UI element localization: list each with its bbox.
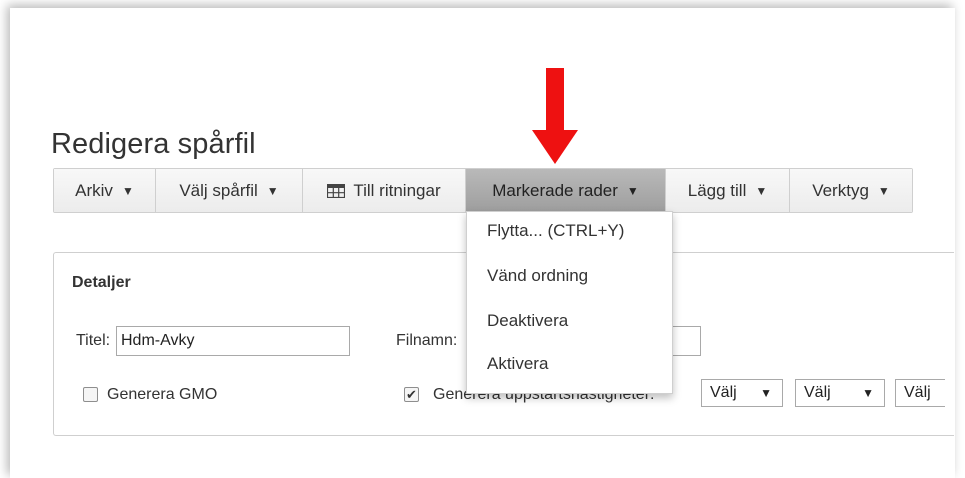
- chevron-down-icon: ▼: [626, 183, 639, 198]
- generera-gmo-label: Generera GMO: [107, 386, 218, 403]
- lagg-till-menu-button[interactable]: Lägg till ▼: [666, 169, 790, 212]
- select-value: Välj: [804, 384, 831, 401]
- titel-input[interactable]: [116, 326, 350, 356]
- details-heading: Detaljer: [72, 274, 131, 291]
- chevron-down-icon: ▼: [266, 183, 279, 198]
- menu-item-aktivera[interactable]: Aktivera: [487, 354, 548, 374]
- checkmark-icon: ✔: [406, 387, 417, 402]
- markerade-rader-dropdown: Flytta... (CTRL+Y) Vänd ordning Deaktive…: [466, 211, 673, 394]
- verktyg-label: Verktyg: [812, 180, 869, 200]
- menu-item-deaktivera[interactable]: Deaktivera: [487, 311, 568, 331]
- till-ritningar-button[interactable]: Till ritningar: [303, 169, 466, 212]
- uppstart-select-2[interactable]: Välj ▼: [795, 379, 885, 407]
- chevron-down-icon: ▼: [121, 183, 134, 198]
- markerade-rader-label: Markerade rader: [492, 180, 618, 200]
- generera-uppstart-checkbox[interactable]: ✔: [404, 387, 419, 402]
- valj-sparfil-label: Välj spårfil: [179, 180, 258, 200]
- uppstart-select-3[interactable]: Välj: [895, 379, 945, 407]
- chevron-down-icon: ▼: [760, 386, 772, 400]
- generera-gmo-checkbox[interactable]: [83, 387, 98, 402]
- menu-item-flytta[interactable]: Flytta... (CTRL+Y): [487, 221, 624, 241]
- titel-label: Titel:: [76, 332, 111, 349]
- select-value: Välj: [710, 384, 737, 401]
- till-ritningar-label: Till ritningar: [353, 180, 441, 200]
- filnamn-label: Filnamn:: [396, 332, 458, 349]
- red-down-arrow-icon: [532, 68, 578, 164]
- chevron-down-icon: ▼: [755, 183, 768, 198]
- arkiv-menu-button[interactable]: Arkiv ▼: [54, 169, 156, 212]
- page-title: Redigera spårfil: [51, 128, 256, 161]
- valj-sparfil-menu-button[interactable]: Välj spårfil ▼: [156, 169, 303, 212]
- table-grid-icon: [327, 183, 346, 198]
- chevron-down-icon: ▼: [862, 386, 874, 400]
- menu-item-vand-ordning[interactable]: Vänd ordning: [487, 266, 588, 286]
- uppstart-select-1[interactable]: Välj ▼: [701, 379, 783, 407]
- markerade-rader-menu-button[interactable]: Markerade rader ▼: [466, 169, 666, 212]
- select-value: Välj: [904, 384, 931, 401]
- toolbar: Arkiv ▼ Välj spårfil ▼ Till ritningar Ma…: [53, 168, 913, 213]
- arkiv-label: Arkiv: [75, 180, 113, 200]
- chevron-down-icon: ▼: [877, 183, 890, 198]
- lagg-till-label: Lägg till: [687, 180, 747, 200]
- verktyg-menu-button[interactable]: Verktyg ▼: [790, 169, 912, 212]
